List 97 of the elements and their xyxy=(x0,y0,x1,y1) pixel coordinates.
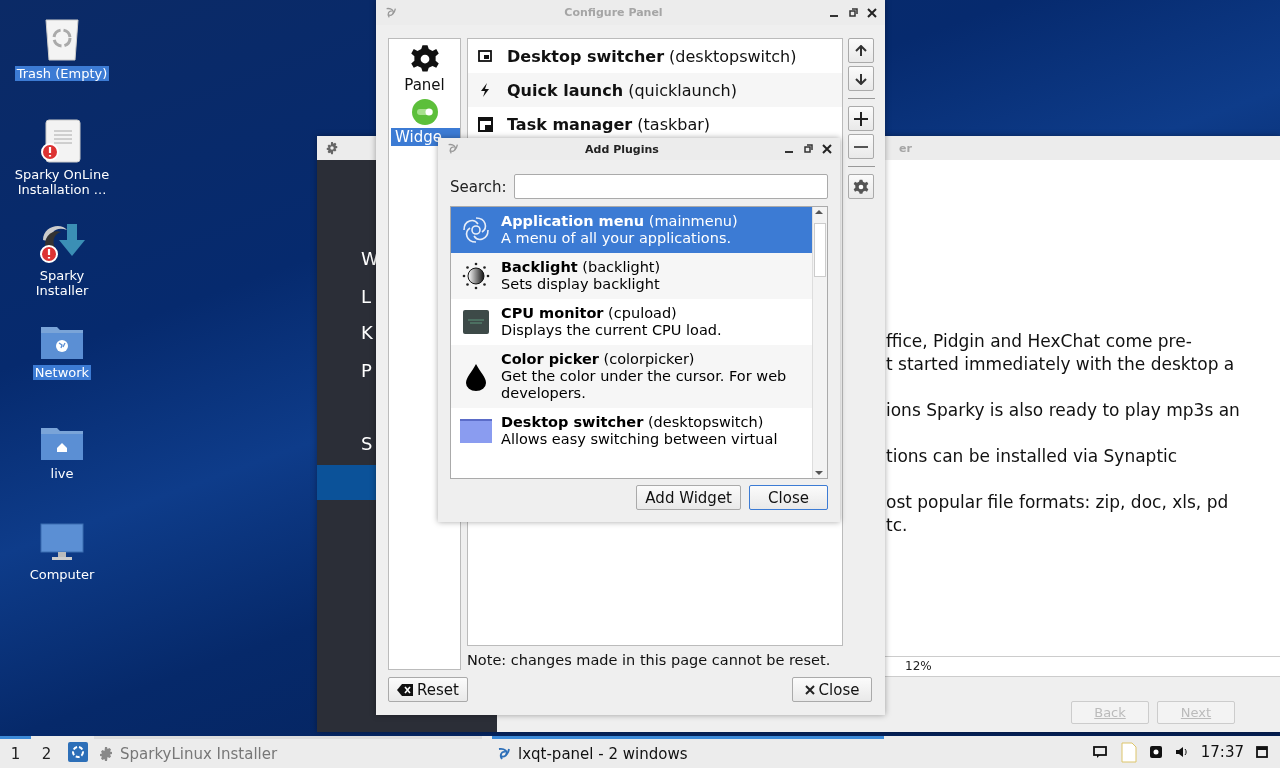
plugin-row[interactable]: Color picker (colorpicker) Get the color under the cursor. For web developers. xyxy=(451,345,812,408)
task-button[interactable]: lxqt-panel - 2 windows xyxy=(492,736,884,768)
add-widget-button[interactable]: Add Widget xyxy=(636,485,741,510)
progress-text: 12% xyxy=(905,659,932,673)
text-line: tions can be installed via Synaptic xyxy=(886,445,1179,468)
reset-button[interactable]: Reset xyxy=(388,677,468,702)
taskbar-icon xyxy=(477,116,493,132)
app-menu-icon[interactable] xyxy=(68,742,88,762)
chip-icon xyxy=(461,307,491,337)
window-icon xyxy=(460,419,492,443)
plugin-row[interactable]: Desktop switcher (desktopswitch) Allows easy switching between virtual xyxy=(451,408,812,454)
note-text: Note: changes made in this page cannot be reset. xyxy=(467,652,832,668)
plugin-description: A menu of all your applications. xyxy=(501,230,733,247)
plus-icon xyxy=(853,110,869,127)
monitor-icon xyxy=(39,523,85,563)
window-title: Configure Panel xyxy=(563,6,664,19)
search-field[interactable] xyxy=(513,174,828,199)
minus-icon xyxy=(853,144,869,149)
plugin-description: Displays the current CPU load. xyxy=(501,322,722,339)
plugin-description: Allows easy switching between virtual xyxy=(501,431,778,448)
widget-row[interactable]: Quick launch (quicklaunch) xyxy=(468,73,842,107)
scroll-thumb[interactable] xyxy=(814,223,826,277)
plugin-name: Application menu (mainmenu) xyxy=(501,213,738,230)
plugin-name: Desktop switcher (desktopswitch) xyxy=(501,414,765,431)
desktop-icon-label[interactable]: Trash (Empty) xyxy=(14,66,110,81)
clipboard-icon[interactable] xyxy=(1118,741,1137,763)
clear-icon xyxy=(397,683,414,696)
widget-name: Task manager (taskbar) xyxy=(507,114,711,134)
close-icon xyxy=(804,684,815,695)
toggle-icon xyxy=(410,98,439,126)
window-title: Add Plugins xyxy=(584,142,660,156)
text-line: tc. xyxy=(886,514,909,537)
plugin-description: Get the color under the cursor. For web developers. xyxy=(501,368,788,402)
clock: 17:37 xyxy=(1200,743,1244,761)
step-label: P xyxy=(361,360,372,381)
close-button[interactable]: Close xyxy=(792,677,872,702)
widget-row[interactable]: Desktop switcher (desktopswitch) xyxy=(468,39,842,73)
app-icon xyxy=(384,5,398,20)
volume-icon[interactable] xyxy=(1174,745,1189,759)
brightness-icon xyxy=(461,261,491,291)
plugin-description: Sets display backlight xyxy=(501,276,661,293)
desktop-switch[interactable]: 1 xyxy=(0,736,31,768)
desktop-icon-label[interactable]: Computer xyxy=(27,567,97,582)
trash-icon xyxy=(42,18,82,62)
show-desktop-icon[interactable] xyxy=(1256,746,1268,758)
text-line: ffice, Pidgin and HexChat come pre- xyxy=(886,330,1193,353)
close-icon[interactable] xyxy=(822,144,832,154)
settings-button[interactable] xyxy=(848,174,874,199)
spiral-icon xyxy=(460,214,492,246)
widget-name: Quick launch (quicklaunch) xyxy=(507,80,737,100)
window-title: er xyxy=(899,141,913,155)
window-icon xyxy=(478,49,492,63)
scroll-up-icon xyxy=(813,207,825,217)
section-tab[interactable]: Panel xyxy=(389,76,460,94)
desktop-icon-label[interactable]: live xyxy=(48,466,76,481)
desktop-icon-label[interactable]: Network xyxy=(32,365,92,380)
plugin-name: CPU monitor (cpuload) xyxy=(501,305,678,322)
move-down-button[interactable] xyxy=(848,66,874,91)
app-icon xyxy=(496,745,512,762)
close-icon[interactable] xyxy=(867,7,877,18)
text-line: ions Sparky is also ready to play mp3s an xyxy=(886,399,1241,422)
step-label: S xyxy=(361,433,373,454)
add-button[interactable] xyxy=(848,106,874,131)
desktop-icon-label[interactable]: Sparky OnLine Installation ... xyxy=(12,167,112,197)
desktop-icon-label[interactable]: Sparky Installer xyxy=(12,268,112,298)
media-icon[interactable] xyxy=(1148,745,1163,759)
scrollbar[interactable] xyxy=(812,207,827,478)
plugin-row[interactable]: Application menu (mainmenu) A menu of all your applications. xyxy=(451,207,812,253)
chat-icon[interactable] xyxy=(1092,746,1107,758)
lightning-icon xyxy=(479,83,491,97)
text-line: ost popular file formats: zip, doc, xls, pd xyxy=(886,491,1230,514)
plugin-name: Backlight (backlight) xyxy=(501,259,661,276)
app-icon xyxy=(446,142,460,156)
step-label: L xyxy=(361,286,372,307)
task-button[interactable]: SparkyLinux Installer xyxy=(94,736,482,768)
gear-icon xyxy=(98,745,114,762)
remove-button[interactable] xyxy=(848,134,874,159)
maximize-icon[interactable] xyxy=(848,7,858,18)
gear-icon xyxy=(409,44,440,74)
text-line: t started immediately with the desktop a xyxy=(886,353,1236,376)
arrow-up-icon xyxy=(855,44,867,57)
settings-icon xyxy=(853,178,869,195)
gear-icon xyxy=(325,141,339,155)
move-up-button[interactable] xyxy=(848,38,874,63)
step-label: K xyxy=(361,322,373,343)
plugin-row[interactable]: CPU monitor (cpuload) Displays the current CPU load. xyxy=(451,299,812,345)
plugin-name: Color picker (colorpicker) xyxy=(501,351,696,368)
document-warning-icon xyxy=(40,119,84,163)
desktop-switch[interactable]: 2 xyxy=(31,736,62,768)
maximize-icon[interactable] xyxy=(803,144,813,154)
search-label: Search: xyxy=(450,177,507,196)
close-button[interactable]: Close xyxy=(749,485,828,510)
plugin-row[interactable]: Backlight (backlight) Sets display backlight xyxy=(451,253,812,299)
widget-name: Desktop switcher (desktopswitch) xyxy=(507,46,797,66)
widget-row[interactable]: Task manager (taskbar) xyxy=(468,107,842,141)
arrow-down-icon xyxy=(855,72,867,85)
scroll-down-icon xyxy=(813,468,825,478)
